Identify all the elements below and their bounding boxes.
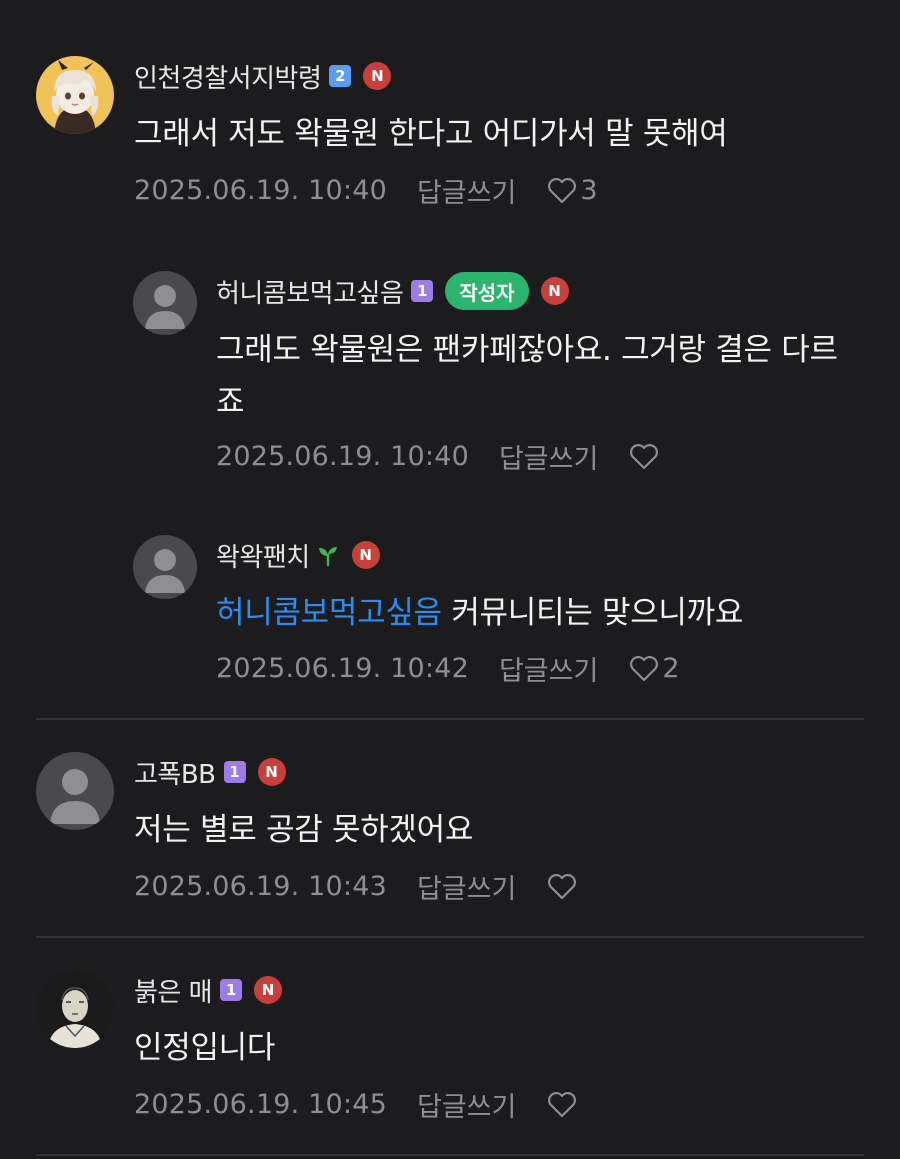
reply-button[interactable]: 답글쓰기 <box>417 867 516 906</box>
nickname[interactable]: 붉은 매 <box>134 972 213 1009</box>
author-badge: 작성자 <box>445 272 529 310</box>
new-badge: N <box>363 62 392 90</box>
avatar[interactable] <box>36 970 114 1048</box>
comment-header: 허니콤보먹고싶음 1 작성자 N <box>216 271 569 311</box>
comment-date: 2025.06.19. 10:42 <box>216 652 469 684</box>
like-count: 2 <box>662 652 680 684</box>
comment-text: 저는 별로 공감 못하겠어요 <box>134 812 474 848</box>
new-badge: N <box>254 976 283 1004</box>
reply-button[interactable]: 답글쓰기 <box>417 1085 516 1124</box>
nickname[interactable]: 고폭BB <box>134 754 216 791</box>
heart-icon <box>546 175 578 205</box>
comment-date: 2025.06.19. 10:40 <box>134 174 387 206</box>
comment-header: 고폭BB 1 N <box>134 752 286 792</box>
reply-button[interactable]: 답글쓰기 <box>499 649 598 688</box>
comment-meta: 2025.06.19. 10:40 답글쓰기 <box>216 436 662 476</box>
like-button[interactable] <box>546 871 580 901</box>
new-badge: N <box>540 277 569 305</box>
comment-text-body: 커뮤니티는 맞으니까요 <box>451 595 744 631</box>
avatar[interactable] <box>133 535 197 599</box>
comment-date: 2025.06.19. 10:43 <box>134 870 387 902</box>
avatar[interactable] <box>133 271 197 335</box>
comment-divider <box>36 936 864 938</box>
default-profile-icon <box>36 752 114 830</box>
nickname[interactable]: 허니콤보먹고싶음 <box>216 273 404 310</box>
like-button[interactable] <box>546 1089 580 1119</box>
comment-text: 인정입니다 <box>134 1030 276 1066</box>
level-badge: 1 <box>223 761 246 783</box>
illustrated-person-avatar-icon <box>36 970 114 1048</box>
comment-date: 2025.06.19. 10:40 <box>216 440 469 472</box>
new-badge: N <box>351 541 380 569</box>
level-badge: 1 <box>220 979 243 1001</box>
anime-character-avatar-icon <box>36 56 114 134</box>
avatar[interactable] <box>36 752 114 830</box>
comment-text: 그래도 왁물원은 팬카페잖아요. 그거랑 결은 다르죠 <box>216 332 838 420</box>
comment-meta: 2025.06.19. 10:43 답글쓰기 <box>134 866 580 906</box>
new-badge: N <box>257 758 286 786</box>
comment-text: 그래서 저도 왁물원 한다고 어디가서 말 못해여 <box>134 116 728 152</box>
comment-meta: 2025.06.19. 10:40 답글쓰기 3 <box>134 170 598 210</box>
comment-header: 붉은 매 1 N <box>134 970 283 1010</box>
sprout-icon <box>316 543 340 567</box>
reply-button[interactable]: 답글쓰기 <box>499 437 598 476</box>
reply-button[interactable]: 답글쓰기 <box>417 171 516 210</box>
comment-meta: 2025.06.19. 10:42 답글쓰기 2 <box>216 648 680 688</box>
comment-divider <box>36 718 864 720</box>
comment-meta: 2025.06.19. 10:45 답글쓰기 <box>134 1084 580 1124</box>
avatar[interactable] <box>36 56 114 134</box>
nickname[interactable]: 왁왁팬치 <box>216 537 310 574</box>
like-button[interactable]: 2 <box>628 652 680 684</box>
nickname[interactable]: 인천경찰서지박령 <box>134 58 322 95</box>
like-button[interactable]: 3 <box>546 174 598 206</box>
heart-icon <box>546 871 578 901</box>
heart-icon <box>628 653 660 683</box>
default-profile-icon <box>133 535 197 599</box>
like-count: 3 <box>580 174 598 206</box>
comment-header: 인천경찰서지박령 2 N <box>134 56 392 96</box>
mention-link[interactable]: 허니콤보먹고싶음 <box>216 595 442 631</box>
heart-icon <box>628 441 660 471</box>
level-badge: 2 <box>329 65 352 87</box>
comment-date: 2025.06.19. 10:45 <box>134 1088 387 1120</box>
like-button[interactable] <box>628 441 662 471</box>
comment-divider <box>36 1154 864 1156</box>
comment-text: 허니콤보먹고싶음 커뮤니티는 맞으니까요 <box>216 587 856 639</box>
comment-header: 왁왁팬치 N <box>216 535 380 575</box>
heart-icon <box>546 1089 578 1119</box>
level-badge: 1 <box>411 280 434 302</box>
default-profile-icon <box>133 271 197 335</box>
